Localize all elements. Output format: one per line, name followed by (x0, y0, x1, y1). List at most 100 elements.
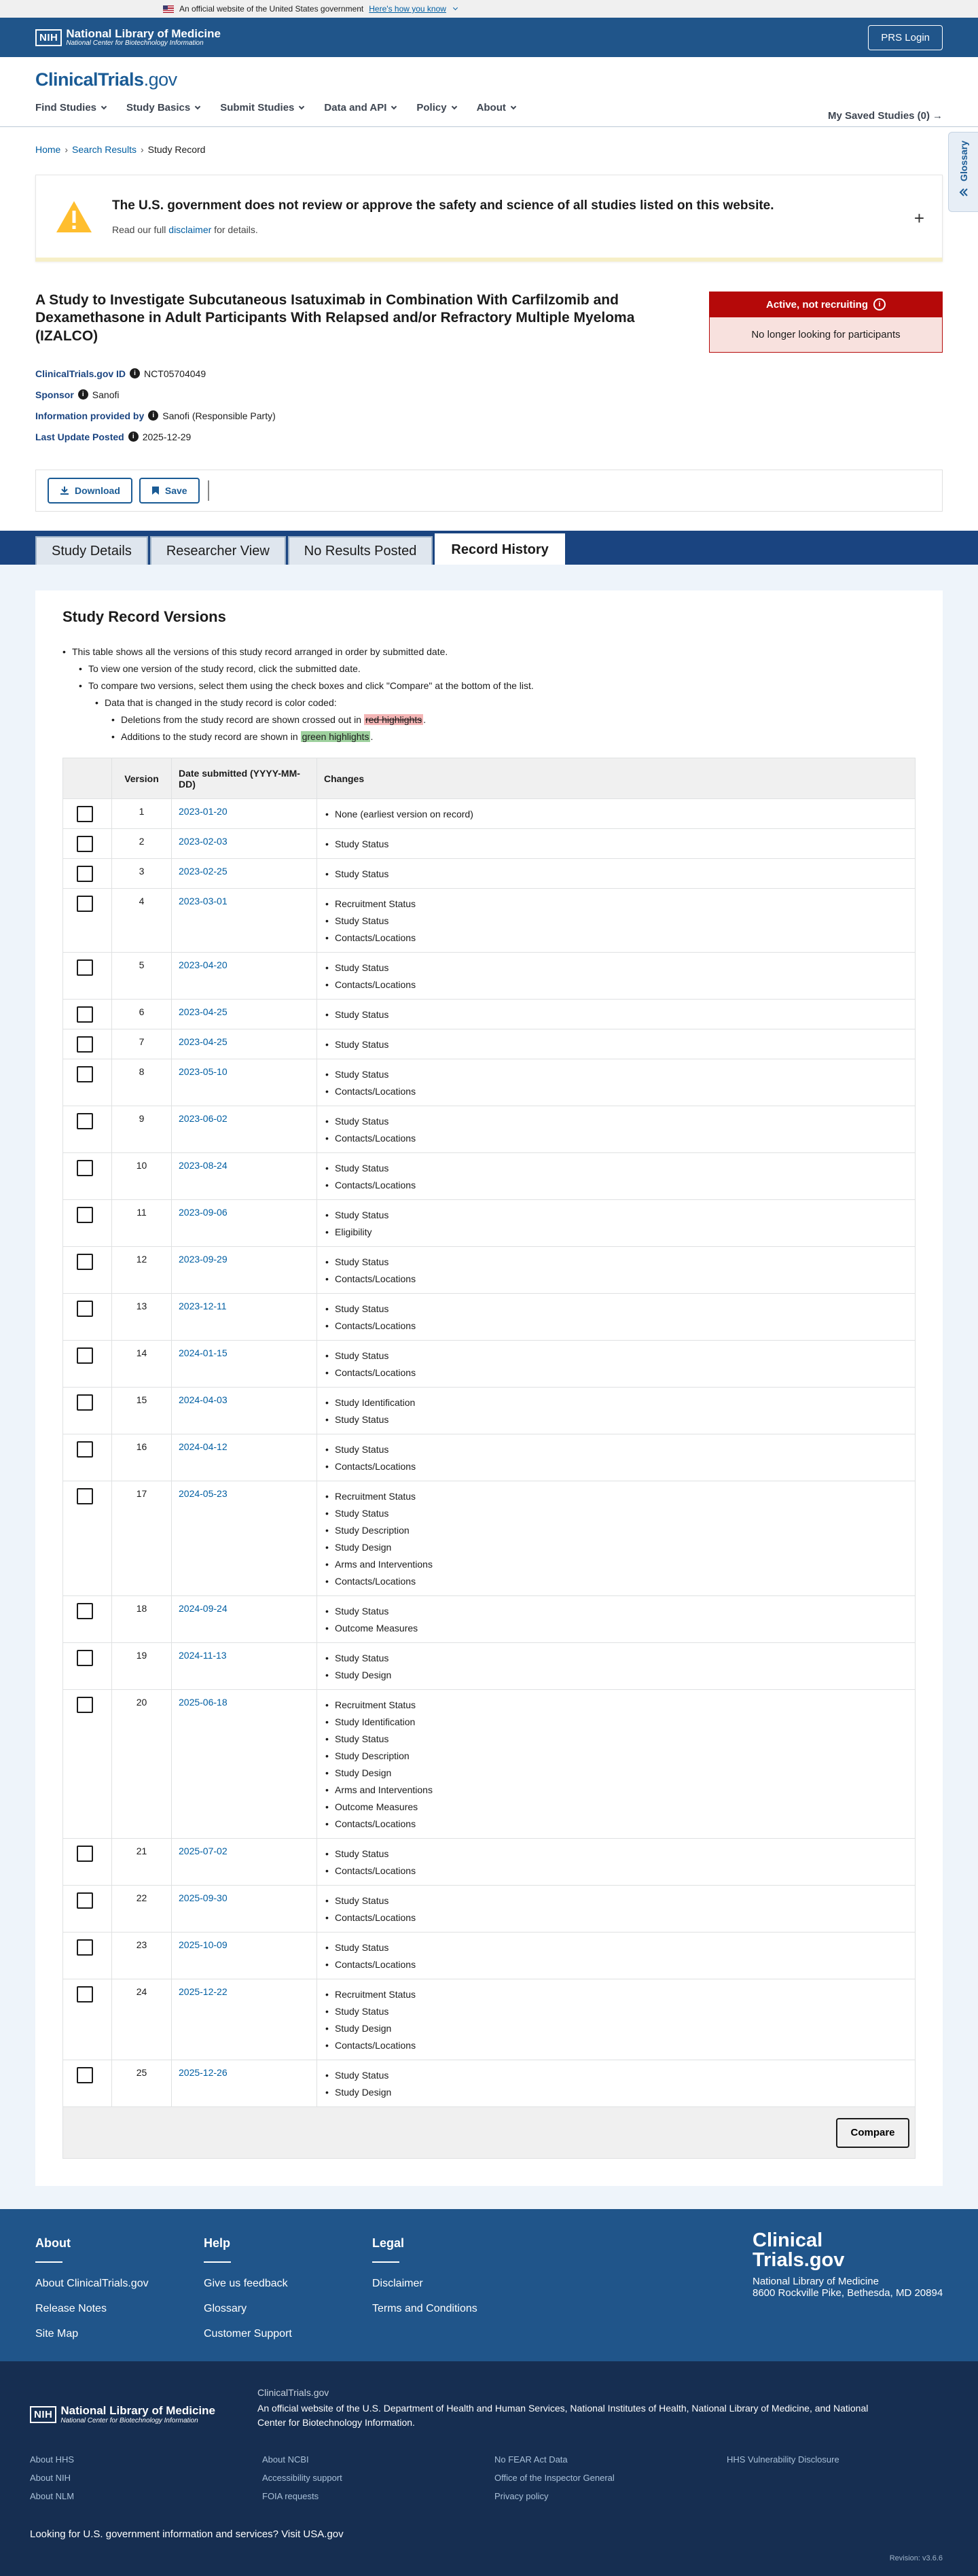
version-date-link[interactable]: 2023-03-01 (179, 896, 228, 906)
version-checkbox[interactable] (77, 1207, 93, 1223)
tab-no-results-posted[interactable]: No Results Posted (287, 536, 433, 565)
tab-researcher-view[interactable]: Researcher View (149, 536, 286, 565)
version-checkbox[interactable] (77, 1347, 93, 1364)
footer-link[interactable]: Customer Support (204, 2328, 372, 2340)
info-icon[interactable]: i (873, 298, 886, 311)
version-checkbox[interactable] (77, 1892, 93, 1909)
prs-login-button[interactable]: PRS Login (868, 24, 943, 50)
version-checkbox[interactable] (77, 806, 93, 822)
footer-link[interactable]: About NIH (30, 2473, 262, 2483)
nav-submit-studies[interactable]: Submit Studies (220, 102, 305, 113)
version-date-link[interactable]: 2023-05-10 (179, 1066, 228, 1077)
footer-link[interactable]: Release Notes (35, 2303, 204, 2315)
breadcrumb-home[interactable]: Home (35, 144, 60, 155)
version-date-link[interactable]: 2025-07-02 (179, 1846, 228, 1856)
disclaimer-link[interactable]: disclaimer (168, 224, 211, 235)
version-checkbox[interactable] (77, 1488, 93, 1504)
heres-how-you-know-link[interactable]: Here's how you know (369, 4, 446, 14)
download-button[interactable]: Download (48, 478, 132, 504)
version-date-link[interactable]: 2023-06-02 (179, 1113, 228, 1124)
version-checkbox[interactable] (77, 836, 93, 852)
footer-link[interactable]: About NLM (30, 2491, 262, 2501)
version-checkbox[interactable] (77, 1603, 93, 1619)
nav-study-basics[interactable]: Study Basics (126, 102, 201, 113)
footer-nlm-logo[interactable]: NIH National Library of Medicine Nationa… (30, 2399, 215, 2430)
version-date-link[interactable]: 2024-04-03 (179, 1394, 228, 1405)
info-icon[interactable]: i (128, 431, 139, 442)
version-date-link[interactable]: 2024-04-12 (179, 1441, 228, 1452)
version-date-link[interactable]: 2024-01-15 (179, 1347, 228, 1358)
footer-link[interactable]: Glossary (204, 2303, 372, 2315)
footer-link[interactable]: About NCBI (262, 2454, 494, 2465)
footer-link[interactable]: Privacy policy (494, 2491, 727, 2501)
footer-link[interactable]: HHS Vulnerability Disclosure (727, 2454, 930, 2465)
version-date-link[interactable]: 2023-12-11 (179, 1301, 227, 1311)
nlm-logo[interactable]: NIH National Library of Medicine Nationa… (35, 27, 221, 47)
version-date-link[interactable]: 2023-01-20 (179, 806, 228, 817)
version-date-link[interactable]: 2024-05-23 (179, 1488, 228, 1499)
version-checkbox[interactable] (77, 1441, 93, 1458)
info-icon[interactable]: i (77, 389, 88, 400)
compare-button[interactable]: Compare (836, 2117, 909, 2148)
footer-link[interactable]: Accessibility support (262, 2473, 494, 2483)
info-icon[interactable]: i (130, 368, 141, 378)
footer-link[interactable]: About ClinicalTrials.gov (35, 2278, 204, 2290)
version-checkbox[interactable] (77, 1986, 93, 2002)
nav-find-studies[interactable]: Find Studies (35, 102, 107, 113)
version-checkbox[interactable] (77, 959, 93, 976)
glossary-tab[interactable]: Glossary (948, 132, 978, 212)
version-date-link[interactable]: 2023-04-25 (179, 1036, 228, 1047)
version-checkbox[interactable] (77, 1006, 93, 1023)
version-date-link[interactable]: 2025-06-18 (179, 1697, 228, 1708)
save-button[interactable]: Save (139, 478, 200, 504)
version-date-link[interactable]: 2023-02-03 (179, 836, 228, 847)
nav-data-and-api[interactable]: Data and API (324, 102, 397, 113)
footer-link[interactable]: Terms and Conditions (372, 2303, 541, 2315)
version-checkbox[interactable] (77, 1301, 93, 1317)
my-saved-studies-link[interactable]: My Saved Studies (0) → (828, 110, 943, 122)
footer-link[interactable]: Disclaimer (372, 2278, 541, 2290)
version-date-link[interactable]: 2025-09-30 (179, 1892, 228, 1903)
hhs-link[interactable]: U.S. Department of Health and Human Serv… (363, 2403, 565, 2414)
version-checkbox[interactable] (77, 1036, 93, 1053)
clinicaltrials-logo[interactable]: ClinicalTrials.gov (35, 57, 943, 90)
nlm-link[interactable]: National Library of Medicine (691, 2403, 810, 2414)
nih-link[interactable]: National Institutes of Health (570, 2403, 686, 2414)
nav-about[interactable]: About (477, 102, 517, 113)
version-checkbox[interactable] (77, 1650, 93, 1666)
version-date-link[interactable]: 2024-09-24 (179, 1603, 228, 1614)
nav-policy[interactable]: Policy (416, 102, 457, 113)
version-date-link[interactable]: 2023-09-06 (179, 1207, 228, 1218)
version-checkbox[interactable] (77, 1254, 93, 1270)
footer-link[interactable]: No FEAR Act Data (494, 2454, 727, 2465)
footer-link[interactable]: About HHS (30, 2454, 262, 2465)
version-checkbox[interactable] (77, 1697, 93, 1713)
usa-gov-link[interactable]: Visit USA.gov (281, 2528, 343, 2540)
info-icon[interactable]: i (148, 410, 159, 421)
version-date-link[interactable]: 2023-09-29 (179, 1254, 228, 1265)
footer-link[interactable]: Give us feedback (204, 2278, 372, 2290)
version-date-link[interactable]: 2023-04-25 (179, 1006, 228, 1017)
footer-link[interactable]: FOIA requests (262, 2491, 494, 2501)
footer-link[interactable]: Site Map (35, 2328, 204, 2340)
version-date-link[interactable]: 2023-02-25 (179, 866, 228, 877)
version-checkbox[interactable] (77, 1394, 93, 1411)
version-date-link[interactable]: 2025-10-09 (179, 1939, 228, 1950)
version-checkbox[interactable] (77, 1160, 93, 1176)
footer-link[interactable]: Office of the Inspector General (494, 2473, 727, 2483)
version-checkbox[interactable] (77, 1846, 93, 1862)
version-checkbox[interactable] (77, 2067, 93, 2083)
version-checkbox[interactable] (77, 866, 93, 882)
expand-plus-icon[interactable]: + (914, 208, 924, 229)
version-checkbox[interactable] (77, 1066, 93, 1082)
tab-record-history[interactable]: Record History (435, 533, 565, 565)
version-date-link[interactable]: 2023-04-20 (179, 959, 228, 970)
version-checkbox[interactable] (77, 896, 93, 912)
version-date-link[interactable]: 2023-08-24 (179, 1160, 228, 1171)
breadcrumb-search-results[interactable]: Search Results (72, 144, 137, 155)
version-date-link[interactable]: 2025-12-26 (179, 2067, 228, 2078)
tab-study-details[interactable]: Study Details (35, 536, 148, 565)
version-checkbox[interactable] (77, 1113, 93, 1129)
version-date-link[interactable]: 2024-11-13 (179, 1650, 227, 1661)
version-date-link[interactable]: 2025-12-22 (179, 1986, 228, 1997)
